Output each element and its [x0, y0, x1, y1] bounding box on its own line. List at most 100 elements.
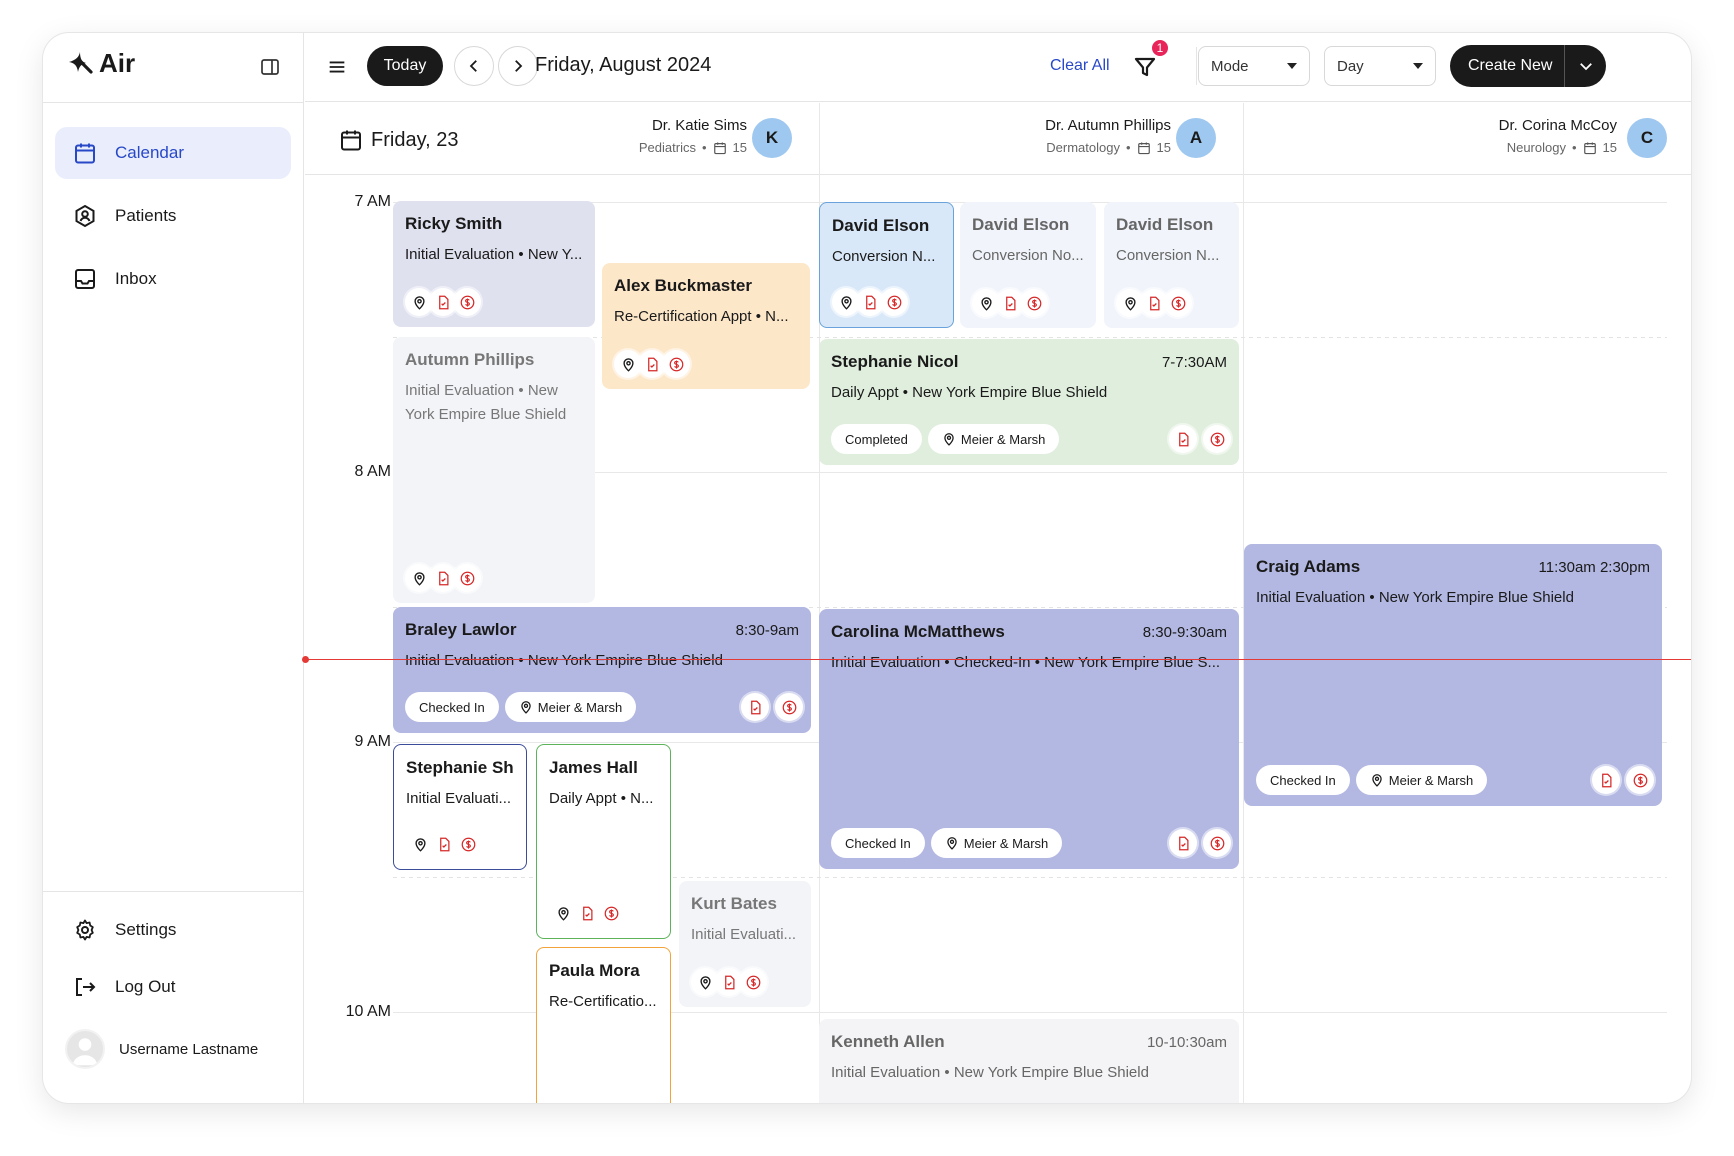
billing-icon[interactable] — [1203, 425, 1231, 453]
billing-icon[interactable] — [453, 288, 481, 316]
doctor-avatar[interactable]: C — [1627, 118, 1667, 158]
sidebar-item-calendar[interactable]: Calendar — [55, 127, 291, 179]
appointment-card[interactable]: Kurt Bates Initial Evaluati... — [679, 881, 811, 1007]
billing-icon[interactable] — [739, 968, 767, 996]
filter-icon — [1134, 57, 1156, 77]
user-profile[interactable]: Username Lastname — [65, 1029, 258, 1069]
doctor-specialty: Pediatrics — [638, 140, 696, 155]
calendar-icon — [73, 141, 97, 165]
caret-down-icon — [1287, 63, 1297, 69]
document-icon[interactable] — [1592, 766, 1620, 794]
appointment-card[interactable]: Kenneth Allen 10-10:30am Initial Evaluati… — [819, 1019, 1239, 1103]
appointment-card[interactable]: David Elson Conversion No... — [960, 202, 1096, 328]
location-name: Meier & Marsh — [537, 699, 623, 715]
appointment-card[interactable]: Stephanie Nicol 7-7:30AM Daily Appt • New… — [819, 339, 1239, 465]
patient-badge-icon — [75, 204, 95, 228]
billing-icon[interactable] — [662, 350, 690, 378]
appointment-details: Conversion No... — [972, 247, 1084, 264]
document-icon[interactable] — [1169, 425, 1197, 453]
appointment-card[interactable]: Autumn Phillips Initial Evaluation • New… — [393, 337, 595, 603]
sidebar-item-label: Calendar — [115, 143, 184, 162]
billing-icon[interactable] — [1203, 829, 1231, 857]
patient-name: Stephanie Shar — [406, 758, 514, 777]
appointment-card[interactable]: Braley Lawlor 8:30-9am Initial Evaluation… — [393, 607, 811, 733]
status-badge[interactable]: Checked In — [1256, 765, 1350, 795]
appointment-details: Initial Evaluation • New York Empire Blu… — [405, 382, 567, 423]
next-button[interactable] — [498, 46, 538, 86]
sidebar-item-inbox[interactable]: Inbox — [55, 253, 291, 305]
appointment-card[interactable]: James Hall Daily Appt • N... — [536, 744, 671, 939]
mode-dropdown[interactable]: Mode — [1198, 46, 1310, 86]
appointment-count: 15 — [732, 140, 747, 155]
location-badge[interactable]: Meier & Marsh — [504, 692, 637, 722]
appointment-card[interactable]: Carolina McMatthews 8:30-9:30am Initial E… — [819, 609, 1239, 869]
document-icon[interactable] — [1169, 829, 1197, 857]
doctor-header-phillips[interactable]: Dr. Autumn Phillips Dermatology • 15 — [1045, 117, 1171, 155]
filter-button[interactable] — [1133, 55, 1157, 79]
billing-icon[interactable] — [1020, 289, 1048, 317]
appointment-details: Daily Appt • N... — [549, 790, 654, 807]
location-badge[interactable]: Meier & Marsh — [930, 828, 1063, 858]
caret-down-icon — [1413, 63, 1423, 69]
appointment-time: 8:30-9:30am — [1142, 624, 1227, 641]
create-new-button[interactable]: Create New — [1450, 45, 1606, 87]
appointment-card[interactable]: Stephanie Shar Initial Evaluati... — [393, 744, 527, 870]
today-button[interactable]: Today — [367, 46, 443, 86]
billing-icon[interactable] — [1164, 289, 1192, 317]
sidebar-item-patients[interactable]: Patients — [55, 190, 291, 242]
clear-all-link[interactable]: Clear All — [1050, 57, 1110, 75]
document-icon[interactable] — [741, 693, 769, 721]
status-badge[interactable]: Completed — [831, 424, 922, 454]
chevron-down-icon — [1579, 63, 1592, 71]
appointment-card[interactable]: Craig Adams 11:30am 2:30pm Initial Evalua… — [1244, 544, 1662, 806]
billing-icon[interactable] — [453, 564, 481, 592]
patient-name: Craig Adams — [1256, 557, 1361, 576]
billing-icon[interactable] — [1626, 766, 1654, 794]
toolbar: Today Friday, August 2024 Clear All 1 Mo… — [305, 33, 1691, 102]
appointment-card[interactable]: Alex Buckmaster Re-Certification Appt • … — [602, 263, 810, 389]
doctor-avatar[interactable]: K — [752, 118, 792, 158]
appointment-card[interactable]: David Elson Conversion N... — [819, 202, 954, 328]
billing-icon[interactable] — [597, 899, 625, 927]
location-name: Meier & Marsh — [963, 835, 1049, 851]
status-badge[interactable]: Checked In — [831, 828, 925, 858]
view-dropdown[interactable]: Day — [1324, 46, 1436, 86]
logout-icon — [76, 978, 96, 996]
location-name: Meier & Marsh — [1388, 772, 1474, 788]
chevron-left-icon — [469, 60, 477, 72]
previous-button[interactable] — [454, 46, 494, 86]
app-logo[interactable]: Air — [65, 48, 135, 79]
billing-icon[interactable] — [880, 288, 908, 316]
appointment-time: 11:30am 2:30pm — [1538, 559, 1650, 576]
settings-button[interactable]: Settings — [55, 904, 291, 956]
gear-icon — [76, 919, 94, 941]
doctor-header-mccoy[interactable]: Dr. Corina McCoy Neurology • 15 — [1499, 117, 1617, 155]
collapse-sidebar-button[interactable] — [260, 57, 280, 77]
appointment-details: Re-Certification Appt • N... — [614, 308, 789, 325]
menu-button[interactable] — [325, 55, 349, 79]
appointment-card[interactable]: David Elson Conversion N... — [1104, 202, 1239, 328]
appointment-card[interactable]: Paula Mora Re-Certificatio... — [536, 947, 671, 1103]
appointment-count: 15 — [1156, 140, 1171, 155]
location-pin-icon — [942, 432, 956, 446]
patient-name: David Elson — [972, 215, 1070, 234]
doctor-avatar[interactable]: A — [1176, 118, 1216, 158]
create-new-label: Create New — [1468, 57, 1553, 74]
appointment-time: 8:30-9am — [735, 622, 799, 639]
logout-button[interactable]: Log Out — [55, 961, 291, 1013]
hour-label: 10 AM — [345, 1003, 391, 1020]
patient-name: David Elson — [1116, 215, 1214, 234]
avatar — [65, 1029, 105, 1069]
billing-icon[interactable] — [454, 830, 482, 858]
location-badge[interactable]: Meier & Marsh — [1355, 765, 1488, 795]
billing-icon[interactable] — [775, 693, 803, 721]
appointment-card[interactable]: Ricky Smith Initial Evaluation • New Y..… — [393, 201, 595, 327]
logout-label: Log Out — [115, 977, 176, 996]
status-badge[interactable]: Checked In — [405, 692, 499, 722]
create-options-button[interactable] — [1565, 57, 1606, 75]
appointment-count: 15 — [1602, 140, 1617, 155]
location-badge[interactable]: Meier & Marsh — [927, 424, 1060, 454]
patient-name: Kurt Bates — [691, 894, 777, 913]
doctor-name: Dr. Katie Sims — [651, 117, 747, 134]
doctor-header-sims[interactable]: Dr. Katie Sims Pediatrics • 15 — [639, 117, 747, 155]
